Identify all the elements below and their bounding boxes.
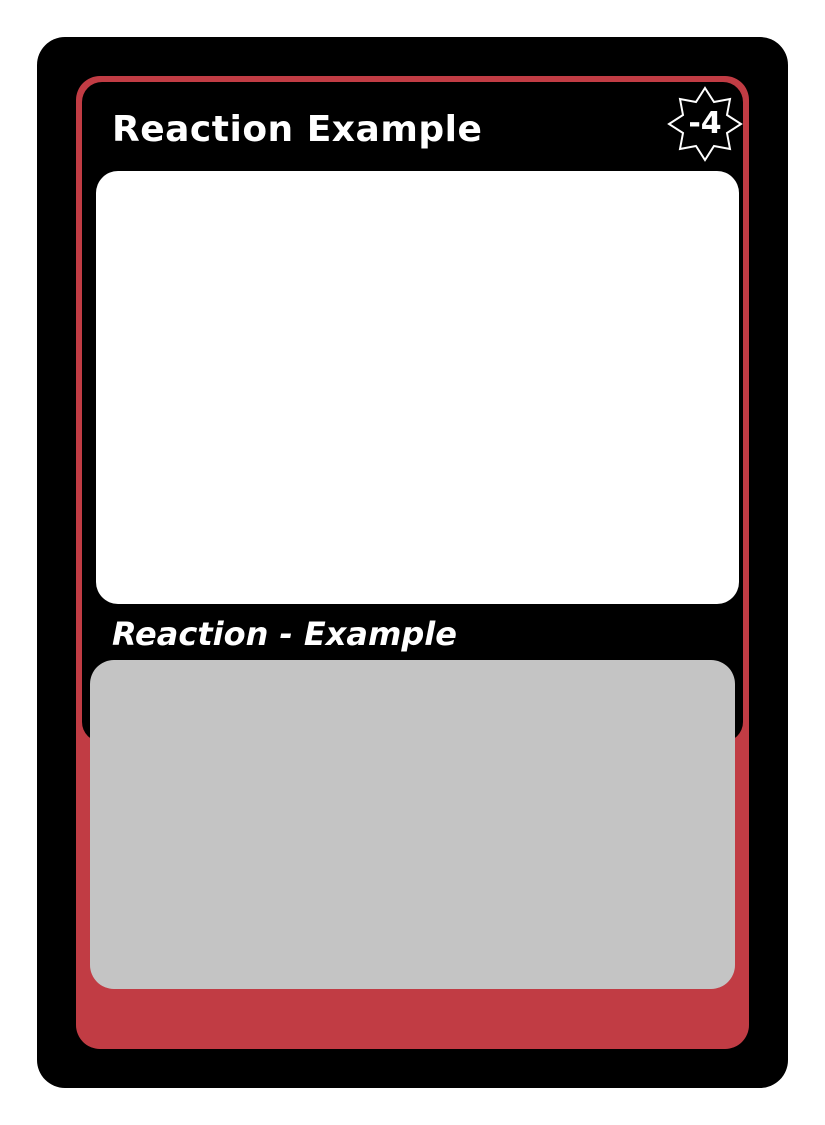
card-title: Reaction Example (112, 109, 483, 150)
card-inner-panel: Reaction Example -4 Reaction - Example (82, 82, 743, 742)
type-line: Reaction - Example (112, 615, 457, 653)
cost-badge: -4 (667, 86, 743, 162)
rules-text-box (90, 660, 735, 989)
art-area (96, 171, 739, 604)
cost-value: -4 (688, 106, 722, 141)
card: Reaction Example -4 Reaction - Example (37, 37, 788, 1088)
card-frame: Reaction Example -4 Reaction - Example (76, 76, 749, 1049)
